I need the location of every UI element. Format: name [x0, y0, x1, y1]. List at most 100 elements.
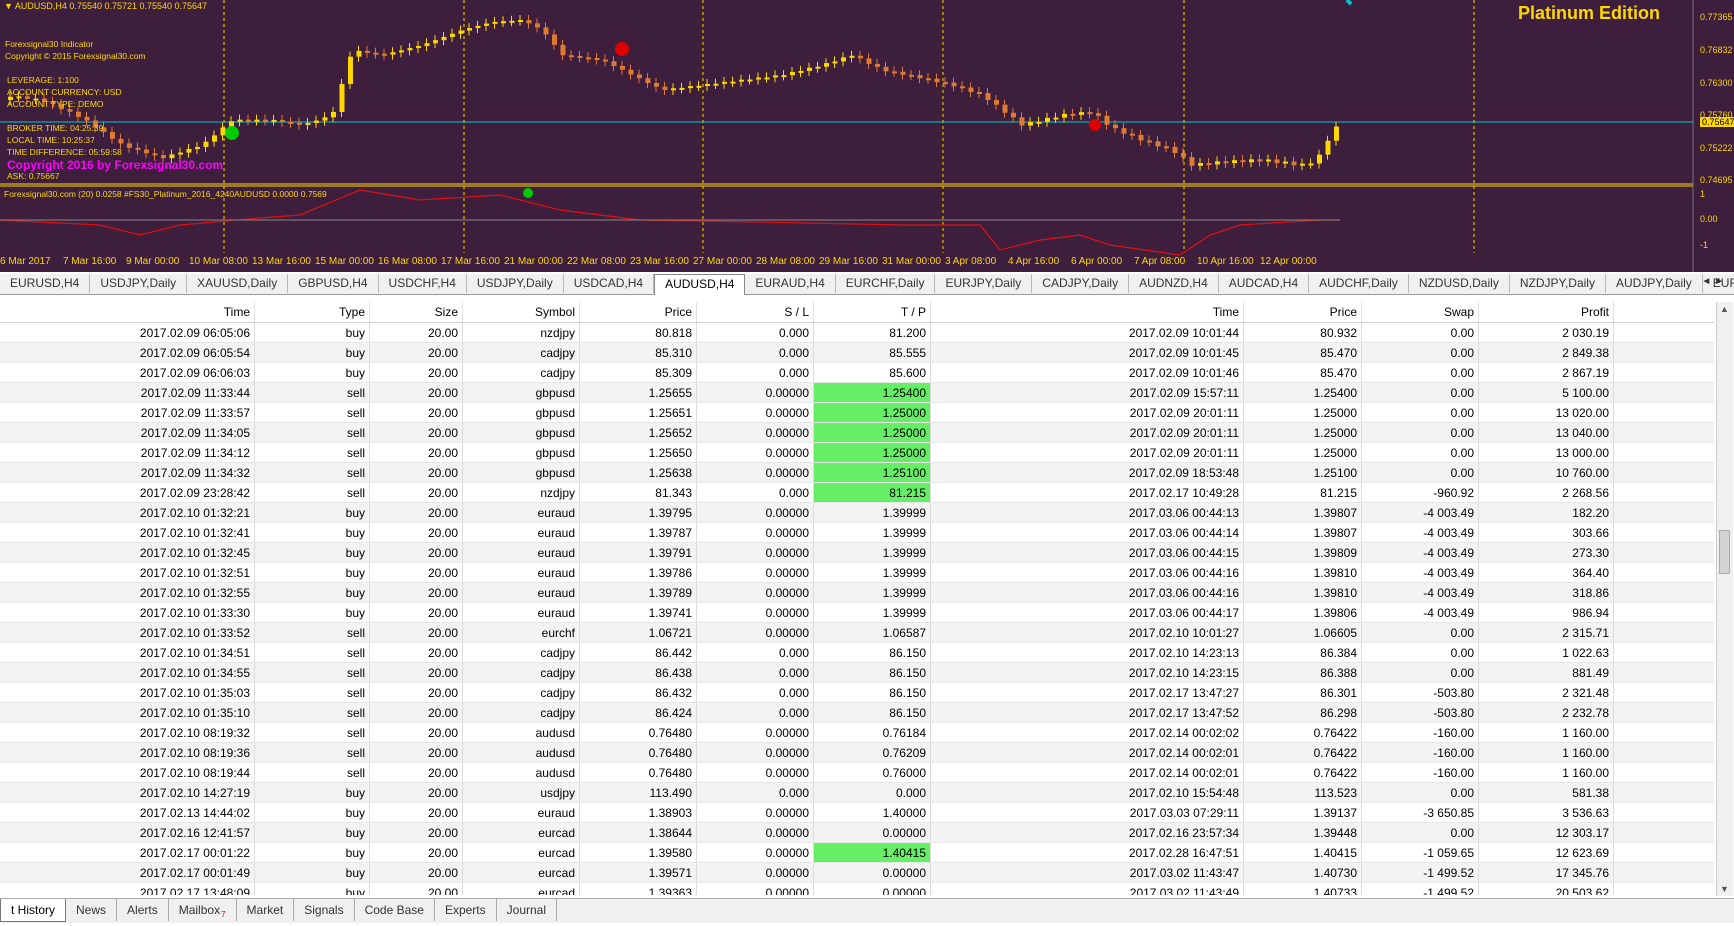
- table-row[interactable]: 2017.02.09 06:05:06 buy 20.00 nzdjpy 80.818 0…: [0, 323, 1714, 343]
- chart-tab[interactable]: AUDJPY,Daily: [1606, 274, 1703, 293]
- cell-symbol: euraud: [463, 523, 580, 542]
- column-header[interactable]: Profit: [1479, 302, 1614, 322]
- candle-body: [951, 82, 957, 87]
- column-header[interactable]: Type: [255, 302, 370, 322]
- table-row[interactable]: 2017.02.10 01:32:21 buy 20.00 euraud 1.39795…: [0, 503, 1714, 523]
- terminal-tab[interactable]: t History: [0, 899, 67, 922]
- candle-body: [339, 83, 345, 112]
- chart-tab[interactable]: AUDUSD,H4: [654, 274, 746, 295]
- chart-tab[interactable]: EURUSD,H4: [0, 274, 91, 293]
- sell-signal-icon: [615, 42, 629, 56]
- vertical-scrollbar[interactable]: ▲ ▼: [1716, 302, 1733, 896]
- table-row[interactable]: 2017.02.10 01:33:30 buy 20.00 euraud 1.39741…: [0, 603, 1714, 623]
- cell-close-price: 1.39448: [1244, 823, 1362, 842]
- cell-symbol: cadjpy: [463, 683, 580, 702]
- cell-type: sell: [255, 723, 370, 742]
- candle-body: [662, 86, 668, 91]
- column-header[interactable]: Price: [580, 302, 697, 322]
- column-header[interactable]: T / P: [814, 302, 931, 322]
- cell-close-time: 2017.02.09 10:01:46: [931, 363, 1244, 382]
- table-row[interactable]: 2017.02.10 08:19:44 sell 20.00 audusd 0.7648…: [0, 763, 1714, 783]
- chart-tab[interactable]: CADJPY,Daily: [1032, 274, 1130, 293]
- terminal-tab[interactable]: Mailbox7: [169, 899, 237, 921]
- chart-tab[interactable]: USDJPY,Daily: [467, 274, 564, 293]
- table-row[interactable]: 2017.02.13 14:44:02 buy 20.00 euraud 1.38903…: [0, 803, 1714, 823]
- candle-body: [1249, 159, 1254, 163]
- table-row[interactable]: 2017.02.10 08:19:32 sell 20.00 audusd 0.7648…: [0, 723, 1714, 743]
- terminal-tab[interactable]: Experts: [435, 899, 497, 921]
- chart-tab[interactable]: USDCHF,H4: [379, 274, 467, 293]
- table-row[interactable]: 2017.02.10 01:32:55 buy 20.00 euraud 1.39789…: [0, 583, 1714, 603]
- chart-tab[interactable]: AUDCHF,Daily: [1309, 274, 1409, 293]
- table-row[interactable]: 2017.02.10 14:27:19 buy 20.00 usdjpy 113.490…: [0, 783, 1714, 803]
- chart-tab[interactable]: GBPUSD,H4: [288, 274, 379, 293]
- table-row[interactable]: 2017.02.17 00:01:22 buy 20.00 eurcad 1.39580…: [0, 843, 1714, 863]
- table-row[interactable]: 2017.02.10 01:32:45 buy 20.00 euraud 1.39791…: [0, 543, 1714, 563]
- table-row[interactable]: 2017.02.09 11:34:05 sell 20.00 gbpusd 1.2565…: [0, 423, 1714, 443]
- table-row[interactable]: 2017.02.09 11:33:44 sell 20.00 gbpusd 1.2565…: [0, 383, 1714, 403]
- collapse-arrow-icon[interactable]: ▼: [4, 1, 15, 11]
- column-header[interactable]: Time: [0, 302, 255, 322]
- chart-tab[interactable]: NZDUSD,Daily: [1409, 274, 1510, 293]
- column-header[interactable]: Time: [931, 302, 1244, 322]
- cell-type: sell: [255, 423, 370, 442]
- chart-tab-scroll-arrows[interactable]: ◄ ►: [1701, 276, 1724, 287]
- table-row[interactable]: 2017.02.09 06:05:54 buy 20.00 cadjpy 85.310 0…: [0, 343, 1714, 363]
- chart-window[interactable]: ▼ AUDUSD,H4 0.75540 0.75721 0.75540 0.75…: [0, 0, 1734, 272]
- table-row[interactable]: 2017.02.09 11:34:12 sell 20.00 gbpusd 1.2565…: [0, 443, 1714, 463]
- scroll-down-icon[interactable]: ▼: [1720, 884, 1729, 894]
- terminal-tab[interactable]: News: [66, 899, 118, 921]
- chart-tab[interactable]: XAUUSD,Daily: [187, 274, 289, 293]
- chart-tab[interactable]: NZDJPY,Daily: [1510, 274, 1606, 293]
- buy-signal-icon: [225, 126, 239, 140]
- table-row[interactable]: 2017.02.10 01:32:41 buy 20.00 euraud 1.39787…: [0, 523, 1714, 543]
- table-row[interactable]: 2017.02.10 01:32:51 buy 20.00 euraud 1.39786…: [0, 563, 1714, 583]
- table-row[interactable]: 2017.02.10 01:34:51 sell 20.00 cadjpy 86.442…: [0, 643, 1714, 663]
- terminal-tab[interactable]: Signals: [294, 899, 355, 921]
- candle-body: [866, 58, 872, 64]
- scroll-up-icon[interactable]: ▲: [1720, 304, 1729, 314]
- column-header[interactable]: Swap: [1362, 302, 1479, 322]
- table-row[interactable]: 2017.02.10 01:34:55 sell 20.00 cadjpy 86.438…: [0, 663, 1714, 683]
- table-row[interactable]: 2017.02.17 00:01:49 buy 20.00 eurcad 1.39571…: [0, 863, 1714, 883]
- chart-tab[interactable]: EURCHF,Daily: [836, 274, 936, 293]
- chart-tab[interactable]: EURJPY,Daily: [935, 274, 1033, 293]
- terminal-tab-label: Mailbox: [178, 903, 221, 917]
- table-row[interactable]: 2017.02.09 23:28:42 sell 20.00 nzdjpy 81.343…: [0, 483, 1714, 503]
- cell-size: 20.00: [370, 663, 463, 682]
- table-row[interactable]: 2017.02.10 01:35:03 sell 20.00 cadjpy 86.432…: [0, 683, 1714, 703]
- cell-take-profit: 0.00000: [814, 883, 931, 895]
- cell-symbol: cadjpy: [463, 363, 580, 382]
- column-header[interactable]: Price: [1244, 302, 1362, 322]
- chart-tab[interactable]: EURAUD,H4: [745, 274, 836, 293]
- cell-open-price: 1.39789: [580, 583, 697, 602]
- terminal-tab[interactable]: Code Base: [355, 899, 435, 921]
- table-row[interactable]: 2017.02.10 08:19:36 sell 20.00 audusd 0.7648…: [0, 743, 1714, 763]
- chart-tab[interactable]: AUDNZD,H4: [1129, 274, 1219, 293]
- table-row[interactable]: 2017.02.09 11:33:57 sell 20.00 gbpusd 1.2565…: [0, 403, 1714, 423]
- candle-body: [288, 121, 294, 124]
- terminal-tab[interactable]: Market: [237, 899, 295, 921]
- column-header[interactable]: Symbol: [463, 302, 580, 322]
- chart-tab[interactable]: AUDCAD,H4: [1219, 274, 1310, 293]
- table-row[interactable]: 2017.02.10 01:33:52 sell 20.00 eurchf 1.0672…: [0, 623, 1714, 643]
- chart-tab[interactable]: USDCAD,H4: [564, 274, 655, 293]
- candle-body: [1189, 157, 1195, 166]
- column-header[interactable]: S / L: [697, 302, 814, 322]
- chart-tab[interactable]: USDJPY,Daily: [90, 274, 188, 293]
- terminal-tab[interactable]: Journal: [497, 899, 557, 921]
- history-table-body: 2017.02.09 06:05:06 buy 20.00 nzdjpy 80.818 0…: [0, 323, 1714, 895]
- table-row[interactable]: 2017.02.16 12:41:57 buy 20.00 eurcad 1.38644…: [0, 823, 1714, 843]
- table-row[interactable]: 2017.02.17 13:48:09 buy 20.00 eurcad 1.39363…: [0, 883, 1714, 895]
- cell-open-time: 2017.02.09 06:05:06: [0, 323, 255, 342]
- table-row[interactable]: 2017.02.10 01:35:10 sell 20.00 cadjpy 86.424…: [0, 703, 1714, 723]
- cell-stop-loss: 0.00000: [697, 843, 814, 862]
- table-row[interactable]: 2017.02.09 11:34:32 sell 20.00 gbpusd 1.2563…: [0, 463, 1714, 483]
- column-header[interactable]: Size: [370, 302, 463, 322]
- terminal-tab[interactable]: Alerts: [117, 899, 169, 921]
- cell-profit: 1 160.00: [1479, 723, 1614, 742]
- candle-body: [331, 111, 336, 118]
- table-row[interactable]: 2017.02.09 06:06:03 buy 20.00 cadjpy 85.309 0…: [0, 363, 1714, 383]
- candle-body: [263, 119, 268, 122]
- scroll-thumb[interactable]: [1719, 530, 1730, 574]
